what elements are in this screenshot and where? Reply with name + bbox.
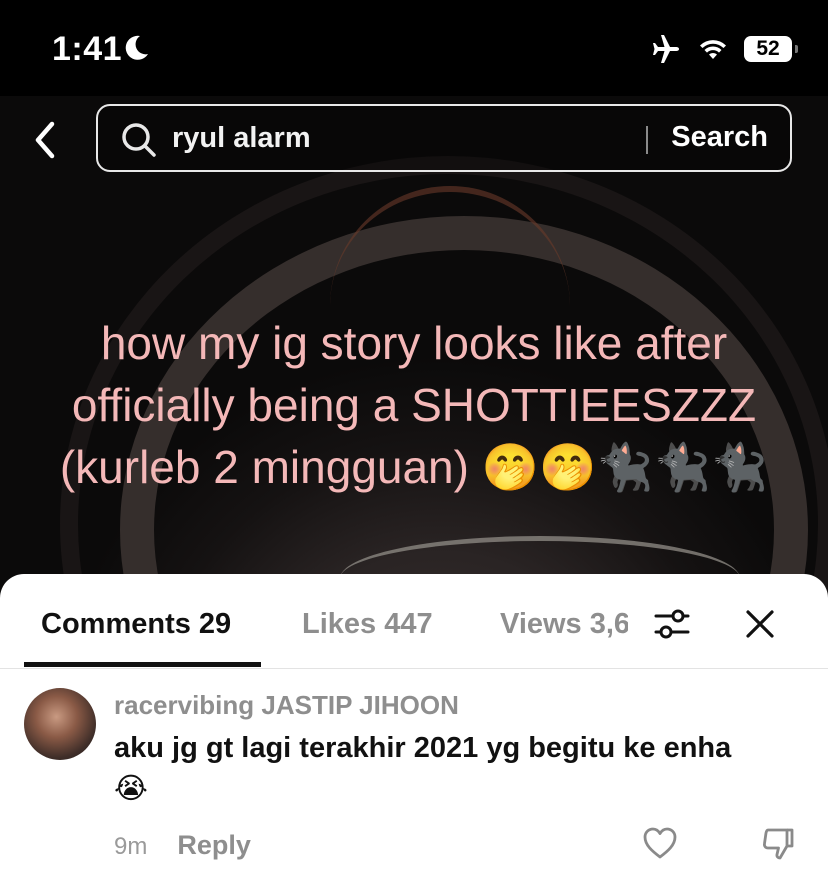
airplane-icon: [653, 35, 679, 63]
comment-body: aku jg gt lagi terakhir 2021 yg begitu k…: [114, 732, 732, 764]
search-icon: [122, 123, 156, 157]
filter-icon[interactable]: [652, 604, 692, 644]
status-bar: 1:41 52: [0, 0, 828, 96]
comment-time: 9m: [114, 833, 148, 860]
tab-likes[interactable]: Likes 447: [302, 608, 433, 641]
search-bar[interactable]: Search: [96, 104, 792, 172]
active-tab-indicator: [24, 662, 261, 667]
status-icons: 52: [650, 34, 798, 64]
caption-line-3-wrap: (kurleb 2 mingguan) 🤭🤭🐈‍⬛🐈‍⬛🐈‍⬛: [0, 436, 828, 498]
tab-comments[interactable]: Comments 29: [41, 608, 231, 641]
wifi-icon: [700, 40, 726, 59]
comment-emoji: 😭: [114, 771, 148, 805]
close-icon[interactable]: [744, 608, 776, 640]
back-icon[interactable]: [30, 118, 60, 162]
heart-icon[interactable]: [642, 826, 678, 860]
caption-line-2: officially being a SHOTTIEESZZZ: [71, 379, 757, 431]
caption-line-3: (kurleb 2 mingguan): [59, 441, 469, 493]
search-input[interactable]: [172, 118, 712, 158]
caption-line-1: how my ig story looks like after: [100, 317, 728, 369]
caption-emoji: 🤭🤭🐈‍⬛🐈‍⬛🐈‍⬛: [481, 440, 769, 494]
comment-text: aku jg gt lagi terakhir 2021 yg begitu k…: [114, 728, 804, 808]
tab-bar: Comments 29 Likes 447 Views 3,6: [0, 574, 828, 669]
comment-meta: 9m Reply: [114, 830, 251, 861]
moon-icon: [125, 35, 148, 60]
search-button[interactable]: Search: [671, 121, 768, 154]
battery-icon: 52: [744, 36, 798, 62]
search-divider: [646, 126, 648, 154]
tab-views[interactable]: Views 3,6: [500, 608, 628, 641]
comment-username[interactable]: racervibing JASTIP JIHOON: [114, 690, 459, 721]
avatar[interactable]: [24, 688, 96, 760]
video-caption: how my ig story looks like after officia…: [0, 312, 828, 498]
reply-button[interactable]: Reply: [177, 830, 251, 861]
dislike-icon[interactable]: [760, 826, 796, 862]
status-time: 1:41: [52, 30, 123, 68]
comments-sheet: Comments 29 Likes 447 Views 3,6 racervib…: [0, 574, 828, 887]
